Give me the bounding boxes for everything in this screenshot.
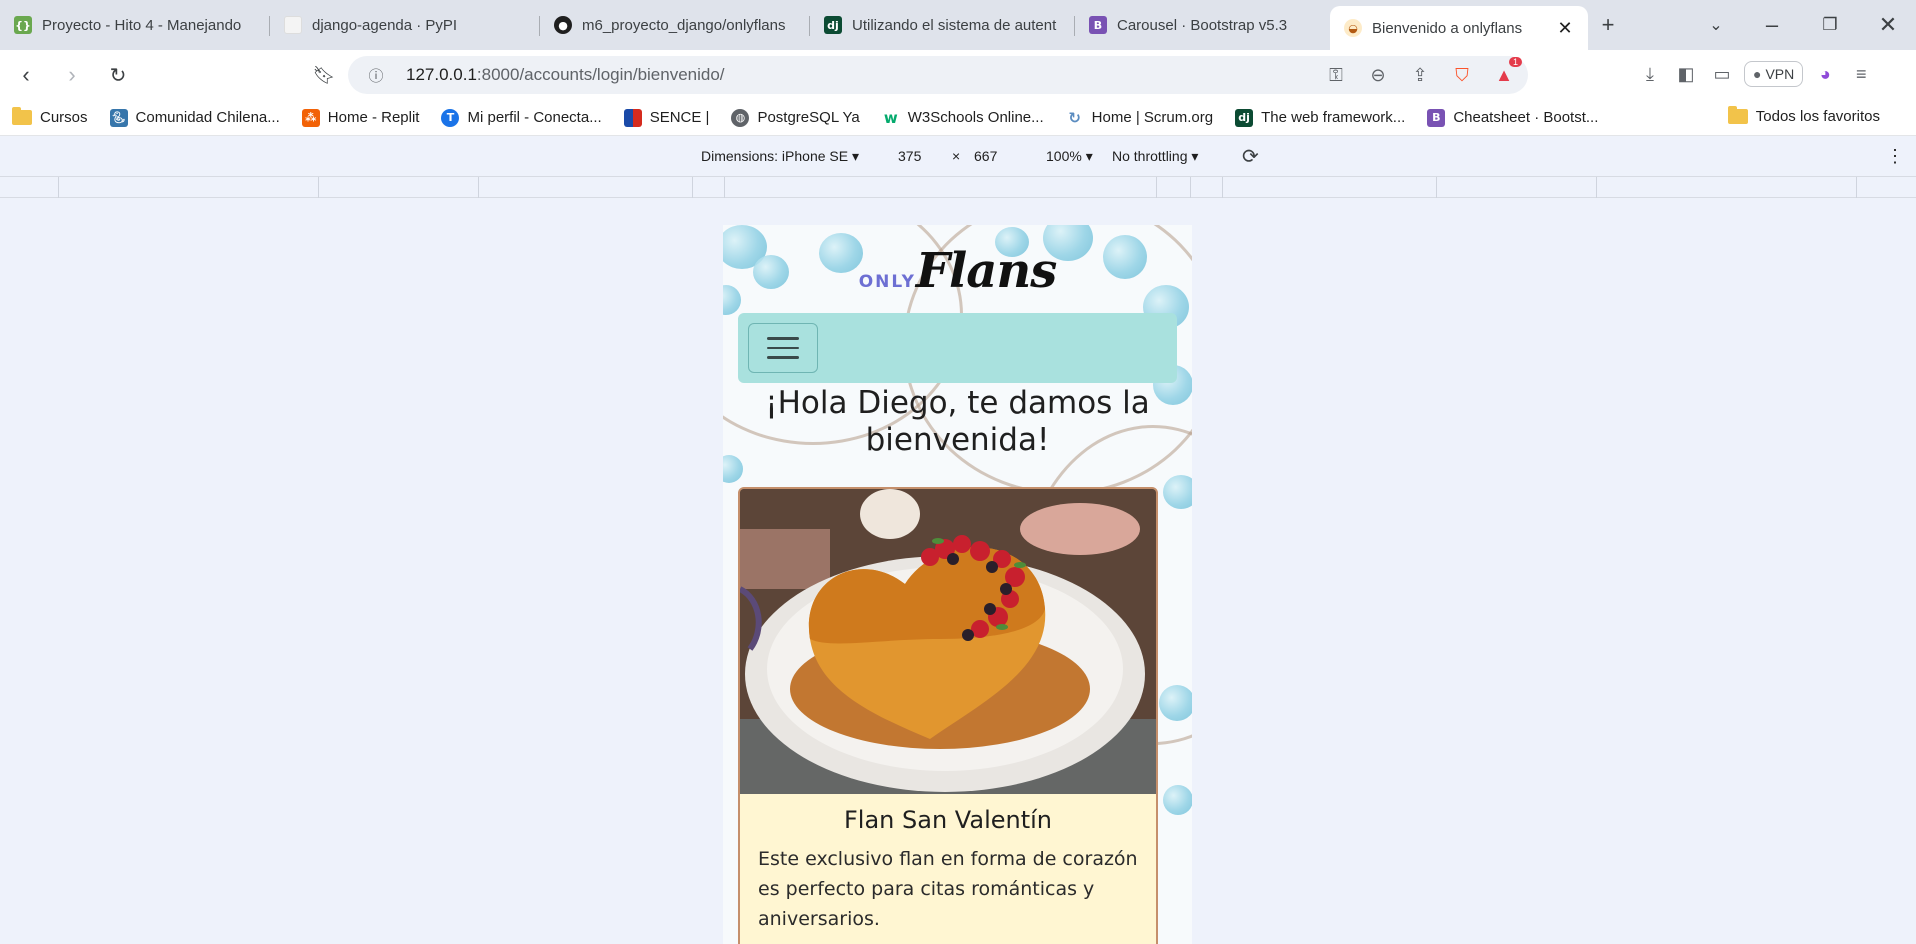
bookmark-comunidad-chilena[interactable]: 🐍︎ Comunidad Chilena... xyxy=(109,108,280,127)
flan-card: Flan San Valentín Este exclusivo flan en… xyxy=(738,487,1158,944)
close-window-button[interactable]: ✕ xyxy=(1870,10,1906,40)
tab-title: Proyecto - Hito 4 - Manejando xyxy=(42,16,242,34)
bookmark-page-button[interactable]: 🔖︎ xyxy=(304,55,344,95)
share-icon[interactable]: ⇪ xyxy=(1406,61,1434,89)
tab-github[interactable]: ● m6_proyecto_django/onlyflans xyxy=(540,6,810,44)
card-text: Este exclusivo flan en forma de corazón … xyxy=(758,848,1138,930)
download-icon[interactable]: ⤓ xyxy=(1636,60,1664,88)
dimension-separator: × xyxy=(952,148,961,164)
replit-icon: {} xyxy=(14,16,32,34)
flan-icon: ◒ xyxy=(1344,19,1362,37)
bookmark-todos-favoritos[interactable]: Todos los favoritos xyxy=(1727,106,1880,125)
rotate-icon[interactable]: ⟳ xyxy=(1242,144,1259,169)
tab-title: django-agenda · PyPI xyxy=(312,16,458,34)
phone-viewport: ONLYFlans ¡Hola Diego, te damos la bienv… xyxy=(723,225,1192,944)
caret-down-icon: ▾ xyxy=(1191,148,1199,164)
url-text[interactable]: 127.0.0.1:8000/accounts/login/bienvenido… xyxy=(406,65,725,85)
tab-title: m6_proyecto_django/onlyflans xyxy=(582,16,786,34)
zoom-select[interactable]: 100% ▾ xyxy=(1046,148,1093,165)
vpn-status-icon: ● xyxy=(1753,66,1762,82)
device-height-input[interactable]: 667 xyxy=(974,148,997,164)
tab-onlyflans[interactable]: ◒ Bienvenido a onlyflans ✕ xyxy=(1330,6,1588,50)
tab-proyecto-hito4[interactable]: {} Proyecto - Hito 4 - Manejando xyxy=(0,6,270,44)
bookmark-w3schools[interactable]: w W3Schools Online... xyxy=(882,109,1044,127)
browser-toolbar: ‹ › ↻ 🔖︎ ⓘ 127.0.0.1:8000/accounts/login… xyxy=(0,50,1916,100)
profile-avatar-icon[interactable]: ◕ xyxy=(1811,60,1839,88)
tab-bootstrap-carousel[interactable]: B Carousel · Bootstrap v5.3 xyxy=(1075,6,1330,44)
sidebar-icon[interactable]: ◧ xyxy=(1672,60,1700,88)
python-icon: 🐍︎ xyxy=(109,108,128,127)
flan-san-valentin-image xyxy=(740,489,1156,794)
navbar xyxy=(738,313,1177,383)
globe-icon: ◍ xyxy=(731,108,750,127)
logo-flans: Flans xyxy=(915,243,1057,299)
bookmarks-bar: Cursos 🐍︎ Comunidad Chilena... ⁂ Home - Re… xyxy=(0,100,1916,136)
tab-title: Bienvenido a onlyflans xyxy=(1372,19,1523,37)
tab-title: Carousel · Bootstrap v5.3 xyxy=(1117,16,1288,34)
caret-down-icon: ▾ xyxy=(851,148,859,164)
tab-search-button[interactable]: ⌄ xyxy=(1698,10,1734,40)
more-options-icon[interactable]: ⋮ xyxy=(1886,146,1904,167)
bookmark-sence[interactable]: SENCE | xyxy=(623,108,709,127)
card-title: Flan San Valentín xyxy=(844,806,1052,834)
bookmark-replit[interactable]: ⁂ Home - Replit xyxy=(301,108,419,127)
github-icon: ● xyxy=(554,16,572,34)
bookmark-django[interactable]: dj The web framework... xyxy=(1235,108,1405,127)
key-icon[interactable]: ⚿ xyxy=(1322,61,1350,89)
sence-icon xyxy=(623,108,642,127)
replit-icon: ⁂ xyxy=(301,108,320,127)
notification-badge: 1 xyxy=(1508,57,1522,67)
tab-strip: {} Proyecto - Hito 4 - Manejando django-… xyxy=(0,0,1916,50)
bookmark-mi-perfil[interactable]: T Mi perfil - Conecta... xyxy=(441,108,602,127)
new-tab-button[interactable]: + xyxy=(1590,10,1626,40)
tab-django-auth[interactable]: dj Utilizando el sistema de autent xyxy=(810,6,1075,44)
close-tab-icon[interactable]: ✕ xyxy=(1554,18,1576,39)
folder-icon xyxy=(12,107,32,125)
zoom-out-icon[interactable]: ⊖ xyxy=(1364,61,1392,89)
onlyflans-logo[interactable]: ONLYFlans xyxy=(723,243,1192,299)
bookmark-cursos[interactable]: Cursos xyxy=(12,107,88,126)
logo-only: ONLY xyxy=(858,272,916,292)
forward-button[interactable]: › xyxy=(52,55,92,95)
caret-down-icon: ▾ xyxy=(1085,148,1093,164)
brave-rewards-icon[interactable]: ▲ 1 xyxy=(1490,57,1522,89)
device-dimensions-select[interactable]: Dimensions: iPhone SE ▾ xyxy=(701,148,859,165)
django-icon: dj xyxy=(1235,108,1254,127)
back-button[interactable]: ‹ xyxy=(6,55,46,95)
address-bar[interactable]: ⓘ 127.0.0.1:8000/accounts/login/bienveni… xyxy=(348,56,1528,94)
conecta-icon: T xyxy=(441,108,460,127)
bookmark-postgresql[interactable]: ◍ PostgreSQL Ya xyxy=(731,108,860,127)
scrum-icon: ↻ xyxy=(1068,108,1081,127)
hamburger-menu-button[interactable] xyxy=(748,323,818,373)
wallet-icon[interactable]: ▭ xyxy=(1708,60,1736,88)
bookmark-bootstrap-cheatsheet[interactable]: B Cheatsheet · Bootst... xyxy=(1427,108,1598,127)
tab-title: Utilizando el sistema de autent xyxy=(852,16,1057,34)
folder-icon xyxy=(1727,106,1748,124)
device-width-input[interactable]: 375 xyxy=(898,148,921,164)
welcome-heading: ¡Hola Diego, te damos la bienvenida! xyxy=(765,385,1150,458)
bookmark-scrum[interactable]: ↻ Home | Scrum.org xyxy=(1066,109,1213,127)
brave-shields-icon[interactable]: ⛉ xyxy=(1448,61,1476,89)
reload-button[interactable]: ↻ xyxy=(98,55,138,95)
throttling-select[interactable]: No throttling ▾ xyxy=(1112,148,1198,165)
vpn-button[interactable]: ● VPN xyxy=(1744,61,1804,87)
menu-icon[interactable]: ≡ xyxy=(1847,60,1875,88)
device-toolbar: Dimensions: iPhone SE ▾ 375 × 667 100% ▾… xyxy=(0,136,1916,176)
flan-image xyxy=(740,489,1156,794)
tab-django-agenda[interactable]: django-agenda · PyPI xyxy=(270,6,540,44)
site-info-icon[interactable]: ⓘ xyxy=(362,61,390,89)
restore-button[interactable]: ❐ xyxy=(1812,10,1848,40)
django-icon: dj xyxy=(824,16,842,34)
device-ruler xyxy=(0,176,1916,199)
card-body: Flan San Valentín Este exclusivo flan en… xyxy=(740,794,1156,944)
minimize-button[interactable]: – xyxy=(1754,10,1790,40)
w3schools-icon: w xyxy=(883,108,898,127)
pypi-icon xyxy=(284,16,302,34)
bootstrap-icon: B xyxy=(1427,108,1446,127)
bootstrap-icon: B xyxy=(1089,16,1107,34)
